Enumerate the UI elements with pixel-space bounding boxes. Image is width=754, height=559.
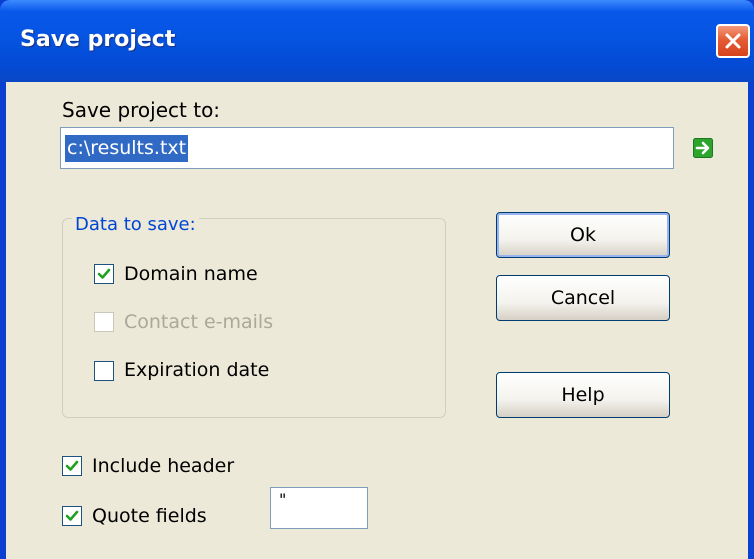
domain-name-checkbox[interactable]: [94, 264, 114, 284]
close-button[interactable]: [716, 24, 750, 58]
include-header-label: Include header: [92, 455, 235, 477]
expiration-date-checkbox[interactable]: [94, 361, 114, 381]
quote-fields-label: Quote fields: [92, 505, 207, 527]
expiration-date-label: Expiration date: [124, 359, 270, 381]
contact-emails-label: Contact e-mails: [124, 311, 274, 333]
title-bar[interactable]: Save project: [0, 0, 754, 82]
quote-char-input[interactable]: ": [270, 487, 368, 529]
cancel-button[interactable]: Cancel: [496, 275, 670, 321]
check-icon: [65, 510, 79, 521]
dialog-body: Save project to: c:\results.txt Data to …: [6, 82, 748, 559]
save-project-dialog: Save project Save project to: c:\results…: [0, 0, 754, 559]
save-to-label: Save project to:: [62, 98, 221, 122]
save-path-input[interactable]: c:\results.txt: [60, 127, 674, 169]
arrow-right-icon[interactable]: [693, 138, 713, 158]
include-header-checkbox[interactable]: [62, 456, 82, 476]
data-to-save-legend: Data to save:: [72, 214, 199, 235]
check-icon: [97, 268, 111, 279]
save-path-value: c:\results.txt: [65, 135, 189, 162]
contact-emails-checkbox[interactable]: [94, 312, 114, 332]
quote-fields-checkbox[interactable]: [62, 506, 82, 526]
window-title: Save project: [20, 27, 176, 52]
check-icon: [65, 460, 79, 471]
domain-name-label: Domain name: [124, 263, 258, 285]
help-button[interactable]: Help: [496, 372, 670, 418]
close-icon: [725, 33, 741, 49]
ok-button[interactable]: Ok: [496, 212, 670, 258]
